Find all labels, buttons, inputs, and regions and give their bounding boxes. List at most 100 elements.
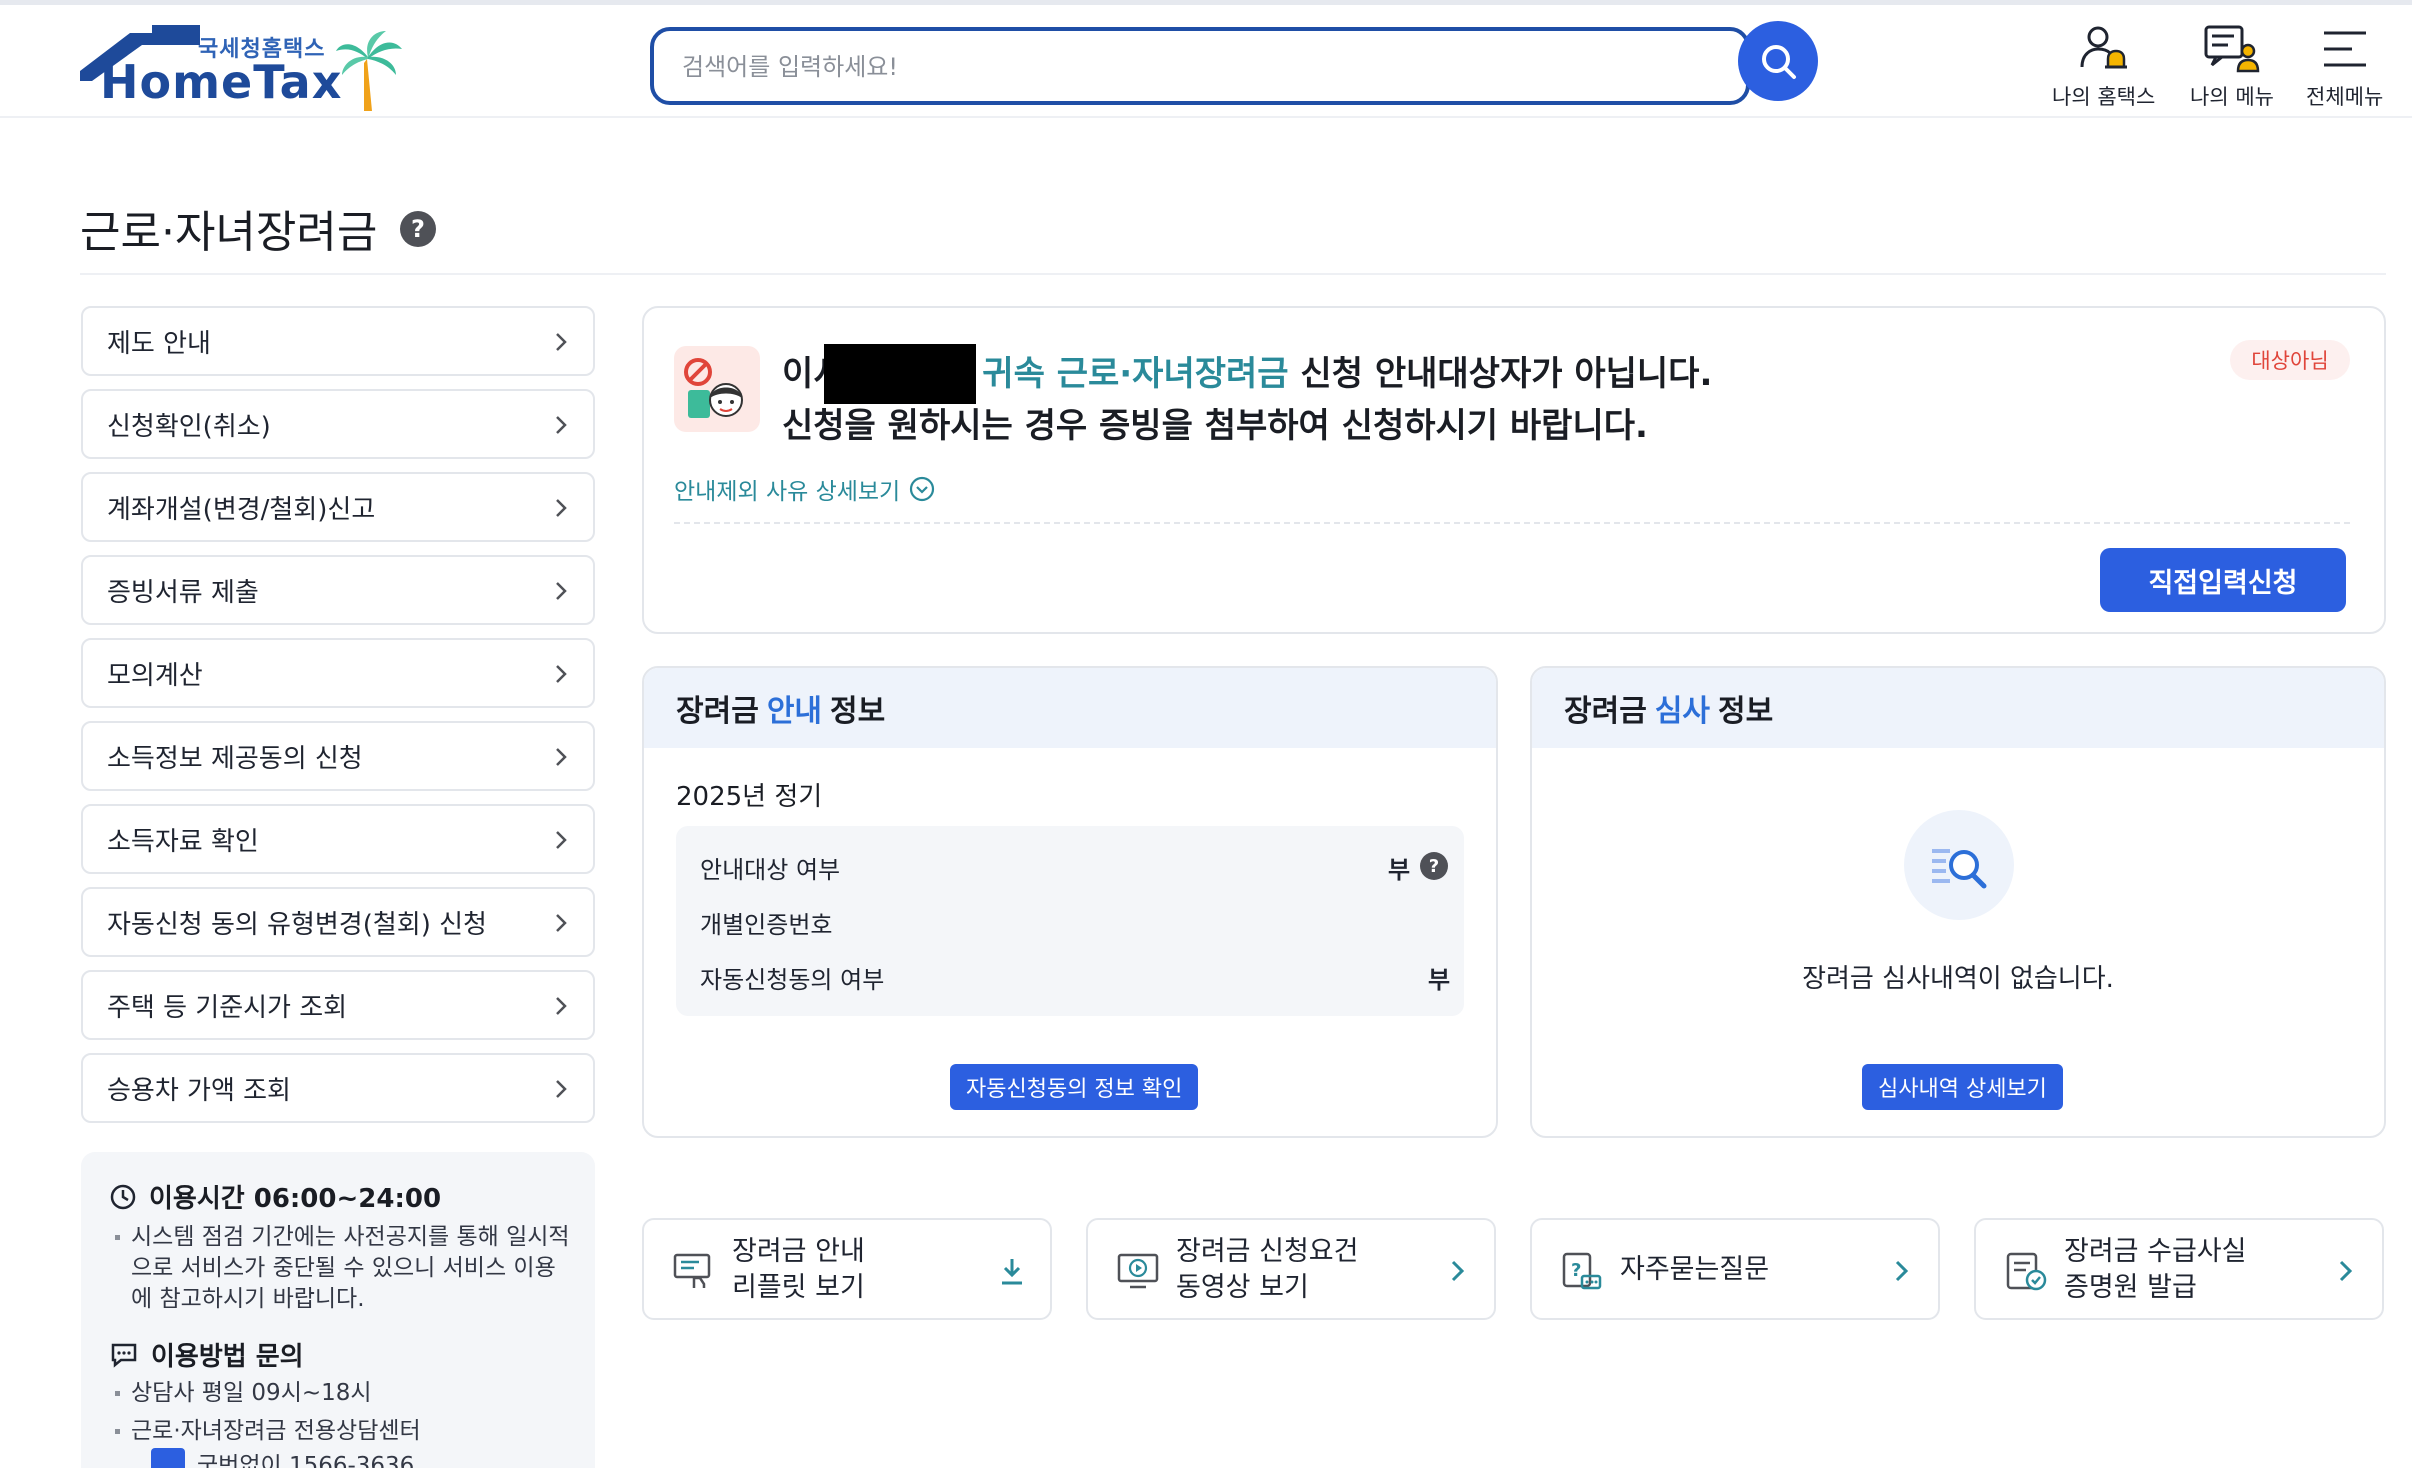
search-icon (1762, 45, 1796, 79)
notice-divider (674, 522, 2350, 524)
chevron-right-icon (556, 831, 567, 849)
nav-label: 나의 메뉴 (2190, 85, 2274, 109)
status-badge: 대상아님 (2230, 340, 2350, 380)
inquiry-center: 근로·자녀장려금 전용상담센터 (115, 1416, 571, 1447)
search-input[interactable] (682, 47, 1582, 87)
chevron-right-icon (1451, 1260, 1465, 1282)
guide-panel-title: 장려금 안내 정보 (644, 668, 1496, 748)
sidebar-item-label: 주택 등 기준시가 조회 (107, 992, 348, 1023)
inquiry-heading: 이용방법 문의 (109, 1336, 304, 1373)
sidebar-item-application-check[interactable]: 신청확인(취소) (81, 389, 595, 459)
row-label: 자동신청동의 여부 (700, 966, 885, 994)
review-title-c: 정보 (1718, 694, 1774, 729)
notice-avatar (674, 346, 760, 432)
link-line-1: 장려금 수급사실 (2064, 1236, 2247, 1267)
review-title-b: 심사 (1654, 694, 1711, 729)
download-icon (1002, 1259, 1022, 1285)
review-detail-button[interactable]: 심사내역 상세보기 (1862, 1064, 2063, 1110)
hours-heading: 이용시간 06:00~24:00 (109, 1178, 441, 1215)
sidebar-item-label: 모의계산 (107, 660, 203, 691)
direct-input-apply-button[interactable]: 직접입력신청 (2100, 548, 2346, 612)
row-label: 개별인증번호 (700, 911, 833, 939)
guide-title-c: 정보 (830, 694, 886, 729)
sidebar-item-auto-apply-change[interactable]: 자동신청 동의 유형변경(철회) 신청 (81, 887, 595, 957)
link-line-2: 리플릿 보기 (732, 1272, 865, 1303)
chevron-right-icon (556, 997, 567, 1015)
link-certificate[interactable]: 장려금 수급사실 증명원 발급 (1974, 1218, 2384, 1320)
hamburger-menu-icon (2323, 31, 2366, 67)
faq-clipboard-icon: ? (1562, 1252, 1602, 1290)
chevron-right-icon (556, 582, 567, 600)
link-line-2: 증명원 발급 (2064, 1272, 2197, 1303)
help-icon[interactable]: ? (400, 211, 436, 247)
title-divider (80, 273, 2386, 275)
svg-text:?: ? (1571, 1260, 1581, 1281)
chevron-right-icon (556, 499, 567, 517)
sidebar-item-label: 승용차 가액 조회 (107, 1075, 291, 1106)
inquiry-hours: 상담사 평일 09시~18시 (115, 1378, 571, 1409)
phone-icon (151, 1448, 185, 1468)
review-info-panel: 장려금 심사 정보 장려금 심사내역이 없습니다. 심사내역 상세보기 (1530, 666, 2386, 1138)
sidebar-item-label: 증빙서류 제출 (107, 577, 259, 608)
row-label: 안내대상 여부 (700, 856, 841, 884)
guide-title-b: 안내 (766, 694, 823, 729)
link-line-1: 자주묻는질문 (1620, 1254, 1770, 1285)
nav-my-menu[interactable]: 나의 메뉴 (2190, 23, 2274, 113)
certificate-icon (2006, 1252, 2047, 1291)
chat-bubble-icon (111, 1343, 137, 1368)
nav-all-menu[interactable]: 전체메뉴 (2306, 23, 2383, 113)
chevron-right-icon (556, 1080, 567, 1098)
help-icon[interactable]: ? (1420, 852, 1448, 880)
sidebar-item-label: 자동신청 동의 유형변경(철회) 신청 (107, 909, 487, 940)
nav-label: 전체메뉴 (2306, 85, 2384, 109)
inquiry-title: 이용방법 문의 (151, 1342, 304, 1372)
search-bar (650, 27, 1750, 105)
video-play-icon (1117, 1253, 1159, 1289)
link-video[interactable]: 장려금 신청요건 동영상 보기 (1086, 1218, 1496, 1320)
hours-note: 시스템 점검 기간에는 사전공지를 통해 일시적으로 서비스가 중단될 수 있으… (115, 1222, 571, 1315)
chevron-right-icon (556, 914, 567, 932)
sidebar-item-system-guide[interactable]: 제도 안내 (81, 306, 595, 376)
sidebar-item-document-submit[interactable]: 증빙서류 제출 (81, 555, 595, 625)
sidebar-item-label: 계좌개설(변경/철회)신고 (107, 494, 376, 525)
chevron-right-icon (556, 665, 567, 683)
hours-title: 이용시간 06:00~24:00 (149, 1184, 442, 1214)
guide-period: 2025년 정기 (676, 782, 823, 812)
sidebar-item-account-report[interactable]: 계좌개설(변경/철회)신고 (81, 472, 595, 542)
notice-line-1-suffix: 신청 안내대상자가 아닙니다. (1288, 354, 1713, 394)
clock-icon (110, 1184, 136, 1209)
sidebar-item-label: 제도 안내 (107, 328, 211, 359)
row-value: 부 (1428, 966, 1451, 994)
search-button[interactable] (1738, 21, 1818, 101)
guide-info-panel: 장려금 안내 정보 2025년 정기 안내대상 여부 부 ? 개별인증번호 자동… (642, 666, 1498, 1138)
link-leaflet[interactable]: 장려금 안내 리플릿 보기 (642, 1218, 1052, 1320)
hometax-logo[interactable]: 국세청홈택스 HomeTax (80, 25, 410, 115)
chevron-right-icon (556, 416, 567, 434)
guide-title-a: 장려금 (676, 694, 759, 729)
empty-state-text: 장려금 심사내역이 없습니다. (1802, 964, 2114, 994)
row-value: 부 (1388, 856, 1411, 884)
auto-apply-info-button[interactable]: 자동신청동의 정보 확인 (950, 1064, 1199, 1110)
link-faq[interactable]: ? 자주묻는질문 (1530, 1218, 1940, 1320)
nav-label: 나의 홈택스 (2052, 85, 2156, 109)
sidebar-item-label: 신청확인(취소) (107, 411, 271, 442)
sidebar-item-label: 소득자료 확인 (107, 826, 259, 857)
sidebar-item-housing-price[interactable]: 주택 등 기준시가 조회 (81, 970, 595, 1040)
sidebar-item-car-price[interactable]: 승용차 가액 조회 (81, 1053, 595, 1123)
link-line-2: 동영상 보기 (1176, 1272, 1309, 1303)
page-title: 근로·자녀장려금 (80, 207, 378, 258)
nav-my-hometax[interactable]: 나의 홈택스 (2052, 23, 2155, 113)
site-header: 국세청홈택스 HomeTax 나의 홈택스 (0, 5, 2412, 118)
exclusion-reason-link[interactable]: 안내제외 사유 상세보기 (674, 472, 936, 506)
link-line-1: 장려금 신청요건 (1176, 1236, 1359, 1267)
sidebar-item-label: 소득정보 제공동의 신청 (107, 743, 363, 774)
link-line-1: 장려금 안내 (732, 1236, 865, 1267)
sidebar-item-income-data-check[interactable]: 소득자료 확인 (81, 804, 595, 874)
palm-tree-icon (336, 31, 402, 111)
sidebar-item-mock-calculation[interactable]: 모의계산 (81, 638, 595, 708)
chevron-down-circle-icon (910, 476, 935, 502)
redaction-block (824, 344, 976, 404)
user-bell-icon (2080, 26, 2127, 69)
chevron-right-icon (556, 333, 567, 351)
sidebar-item-income-consent[interactable]: 소득정보 제공동의 신청 (81, 721, 595, 791)
